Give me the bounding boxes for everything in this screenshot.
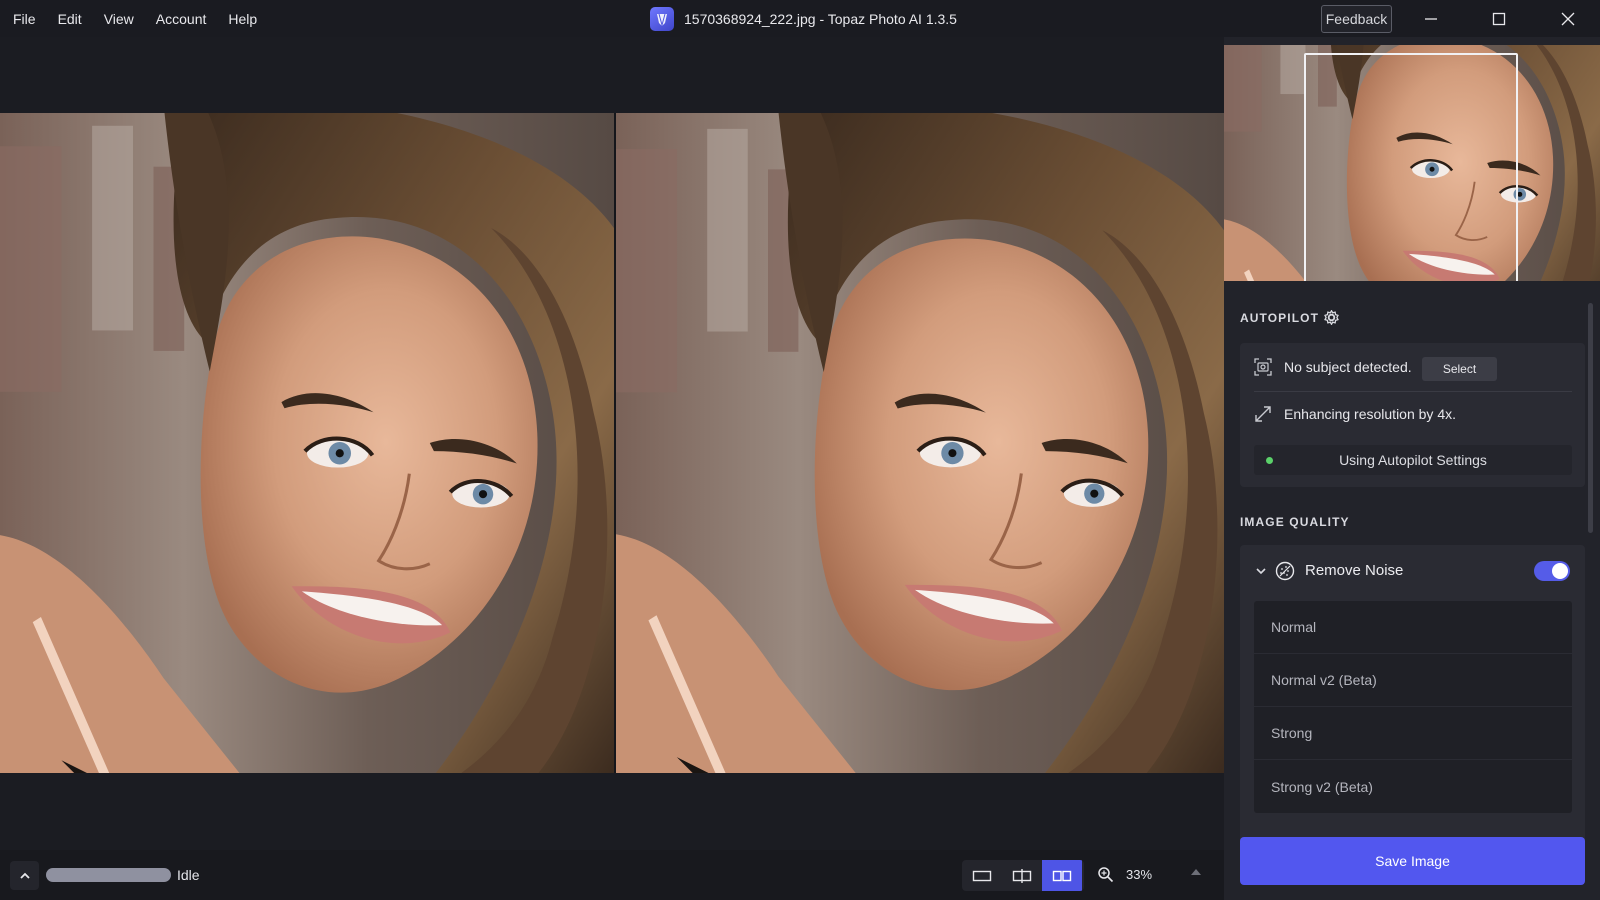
card-divider [1254,391,1572,392]
resolution-text: Enhancing resolution by 4x. [1284,406,1456,422]
menu-view[interactable]: View [104,11,144,27]
gear-icon[interactable] [1324,310,1339,325]
single-view-icon [972,870,992,881]
subject-status-text: No subject detected. [1284,359,1412,375]
split-view-button[interactable] [1002,860,1042,891]
expand-filmstrip-button[interactable] [10,861,39,890]
navigator-thumbnail[interactable] [1224,45,1600,281]
image-quality-title: IMAGE QUALITY [1240,515,1350,529]
remove-noise-header[interactable]: Remove Noise [1240,545,1585,597]
original-image[interactable] [0,113,614,773]
bottom-bar: Idle 33% [0,850,1224,900]
menu-file[interactable]: File [13,11,46,27]
toggle-knob [1552,563,1568,579]
subject-row: No subject detected. [1254,358,1412,376]
side-by-side-view-button[interactable] [1042,860,1082,891]
window-title-group: 1570368924_222.jpg - Topaz Photo AI 1.3.… [650,0,957,37]
status-text: Idle [177,867,200,883]
autopilot-card: No subject detected. Select Enhancing re… [1240,343,1585,487]
zoom-caret-icon[interactable] [1191,869,1201,875]
topaz-logo-icon [650,6,674,31]
progress-bar [46,868,171,882]
remove-noise-icon [1275,561,1295,581]
model-option-strong[interactable]: Strong [1254,707,1572,760]
autopilot-settings-button[interactable]: Using Autopilot Settings [1254,445,1572,475]
maximize-icon[interactable] [1476,0,1522,37]
feedback-button[interactable]: Feedback [1321,5,1392,33]
model-option-strong-v2[interactable]: Strong v2 (Beta) [1254,760,1572,813]
menu-edit[interactable]: Edit [58,11,92,27]
side-by-side-icon [1052,870,1072,881]
noise-model-list: Normal Normal v2 (Beta) Strong Strong v2… [1254,601,1572,813]
autopilot-settings-label: Using Autopilot Settings [1339,452,1487,468]
single-view-button[interactable] [962,860,1002,891]
select-subject-button[interactable]: Select [1422,357,1497,381]
close-icon[interactable] [1545,0,1591,37]
zoom-level[interactable]: 33% [1126,867,1152,882]
view-mode-group [962,860,1084,891]
expand-arrows-icon [1255,406,1271,422]
autopilot-title: AUTOPILOT [1240,311,1320,325]
panel-scrollbar[interactable] [1588,303,1593,533]
model-option-normal[interactable]: Normal [1254,601,1572,654]
subject-detect-icon [1254,358,1272,376]
remove-noise-card: Remove Noise Normal Normal v2 (Beta) Str… [1240,545,1585,853]
save-image-button[interactable]: Save Image [1240,837,1585,885]
model-option-normal-v2[interactable]: Normal v2 (Beta) [1254,654,1572,707]
remove-noise-toggle[interactable] [1534,561,1570,581]
split-view-icon [1012,868,1032,883]
menu-account[interactable]: Account [156,11,217,27]
title-bar: File Edit View Account Help 1570368924_2… [0,0,1600,37]
resolution-row: Enhancing resolution by 4x. [1254,405,1456,423]
window-title: 1570368924_222.jpg - Topaz Photo AI 1.3.… [684,10,957,27]
chevron-down-icon[interactable] [1255,565,1267,577]
menu-bar: File Edit View Account Help [0,11,279,27]
minimize-icon[interactable] [1408,0,1454,37]
menu-help[interactable]: Help [228,11,267,27]
remove-noise-label: Remove Noise [1305,562,1404,579]
settings-panel: AUTOPILOT No subject detected. Select En… [1224,37,1600,900]
progress-fill [46,868,171,882]
navigator-viewport-frame[interactable] [1304,53,1518,281]
image-viewer[interactable] [0,37,1224,850]
preview-image[interactable] [616,113,1224,773]
zoom-icon[interactable] [1097,866,1114,883]
chevron-up-icon [19,872,30,879]
